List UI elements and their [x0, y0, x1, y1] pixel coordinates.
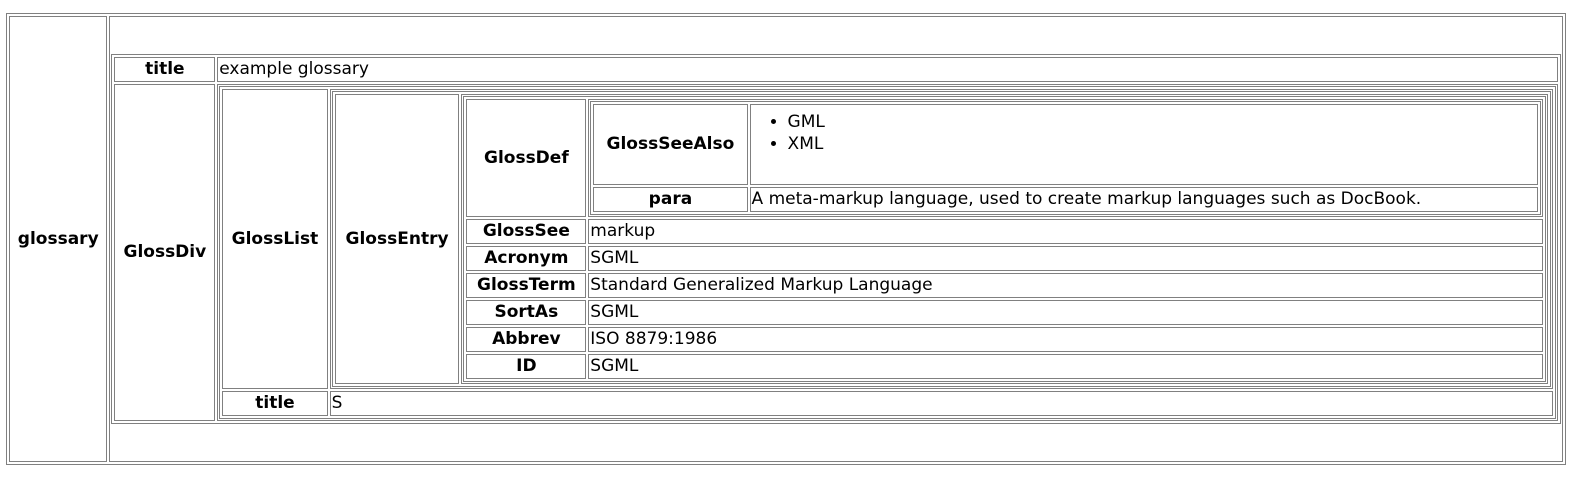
glossentry-table: GlossDef GlossSeeAlso • GML • XML para A…: [463, 96, 1546, 382]
id-key: ID: [466, 354, 587, 379]
list-item: GML: [788, 111, 1536, 133]
title-value: example glossary: [217, 57, 1558, 82]
glossdef-value: GlossSeeAlso GML XML: [588, 99, 1543, 217]
abbrev-key: Abbrev: [466, 327, 587, 352]
glossentry-value: GlossDef GlossSeeAlso • GML • XML para A…: [461, 94, 1548, 384]
glossary-object-table: title example glossary GlossDiv GlossLis…: [111, 54, 1561, 424]
para-value: A meta-markup language, used to create m…: [749, 187, 1538, 212]
glosslist-key: GlossList: [222, 89, 328, 389]
glossseealso-key: GlossSeeAlso: [593, 104, 748, 185]
glosslist-table: GlossEntry GlossDef GlossSeeAlso • GML •…: [331, 91, 1551, 387]
glossdef-table: GlossSeeAlso GML XML: [590, 101, 1541, 215]
sortas-key: SortAs: [466, 300, 587, 325]
glossseealso-list: GML XML: [752, 111, 1536, 155]
acronym-value: SGML: [588, 246, 1543, 271]
sortas-value: SGML: [588, 300, 1543, 325]
glossterm-key: GlossTerm: [466, 273, 587, 298]
glossary-key: glossary: [9, 16, 108, 462]
glossdiv-value: GlossList GlossEntry GlossDef GlossSeeAl…: [217, 84, 1558, 421]
glossdiv-title-key: title: [222, 391, 328, 416]
glossary-table: glossary title example glossary GlossDiv…: [6, 13, 1566, 465]
glossseealso-value: GML XML: [749, 104, 1538, 185]
glossterm-value: Standard Generalized Markup Language: [588, 273, 1543, 298]
glossdiv-table: GlossList GlossEntry GlossDef GlossSeeAl…: [219, 86, 1556, 419]
glossdiv-key: GlossDiv: [114, 84, 216, 421]
glossentry-key: GlossEntry: [334, 94, 460, 384]
id-value: SGML: [588, 354, 1543, 379]
glossary-value: title example glossary GlossDiv GlossLis…: [109, 16, 1563, 462]
glossdef-key: GlossDef: [466, 99, 587, 217]
para-key: para: [593, 187, 748, 212]
list-item: XML: [788, 133, 1536, 155]
abbrev-value: ISO 8879:1986: [588, 327, 1543, 352]
acronym-key: Acronym: [466, 246, 587, 271]
glosslist-value: GlossEntry GlossDef GlossSeeAlso • GML •…: [329, 89, 1553, 389]
glosssee-value: markup: [588, 219, 1543, 244]
glossdiv-title-value: S: [329, 391, 1553, 416]
title-key: title: [114, 57, 216, 82]
glosssee-key: GlossSee: [466, 219, 587, 244]
